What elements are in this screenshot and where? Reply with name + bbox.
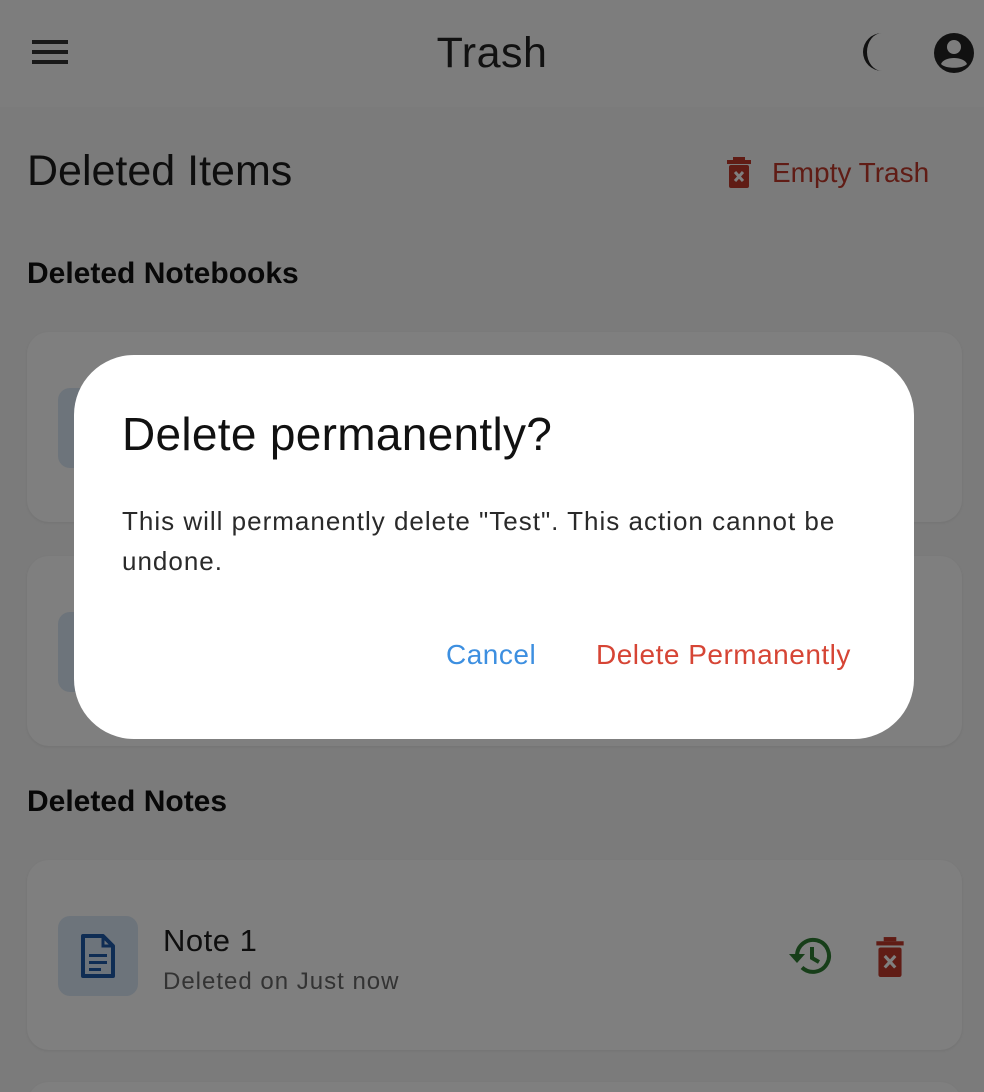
cancel-button[interactable]: Cancel (446, 639, 536, 671)
delete-confirm-dialog: Delete permanently? This will permanentl… (74, 355, 914, 739)
dialog-title: Delete permanently? (122, 408, 553, 460)
delete-permanently-button[interactable]: Delete Permanently (596, 639, 851, 671)
dialog-message: This will permanently delete "Test". Thi… (122, 506, 836, 576)
